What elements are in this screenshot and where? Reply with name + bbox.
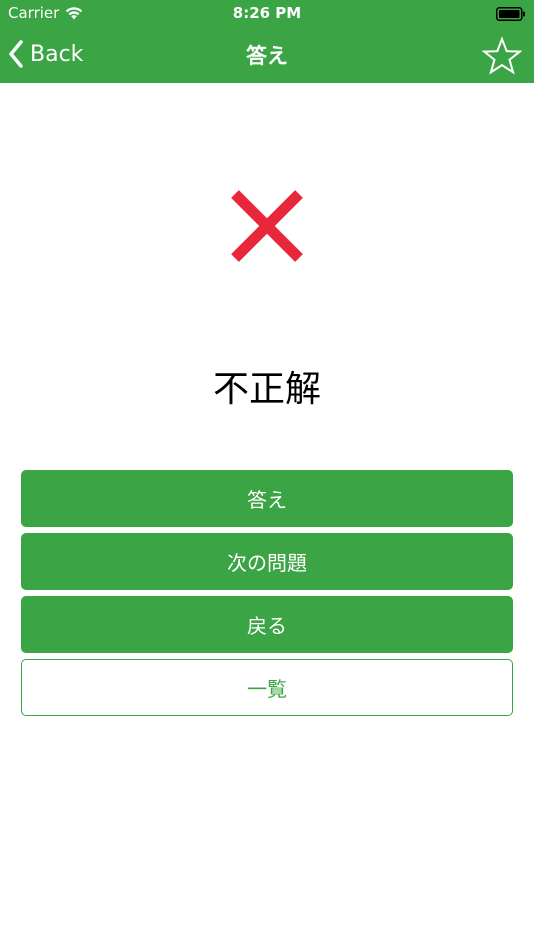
answer-screen: Carrier 8:26 PM Back 答え 不正解 答え 次の問題 戻る 一… bbox=[0, 0, 534, 950]
navigation-bar: Back 答え bbox=[0, 28, 534, 83]
answer-button-label: 答え bbox=[247, 488, 287, 512]
list-button[interactable]: 一覧 bbox=[21, 659, 513, 716]
answer-button[interactable]: 答え bbox=[21, 470, 513, 527]
result-text: 不正解 bbox=[212, 369, 321, 410]
return-button-label: 戻る bbox=[247, 614, 287, 638]
next-question-button-label: 次の問題 bbox=[227, 551, 307, 575]
battery-icon bbox=[496, 7, 525, 21]
list-button-label: 一覧 bbox=[247, 677, 287, 701]
top-bar: Carrier 8:26 PM Back 答え bbox=[0, 0, 534, 83]
status-time: 8:26 PM bbox=[232, 4, 302, 22]
status-bar: Carrier 8:26 PM bbox=[0, 0, 534, 28]
next-question-button[interactable]: 次の問題 bbox=[21, 533, 513, 590]
nav-title: 答え bbox=[246, 44, 288, 68]
star-outline-icon[interactable] bbox=[482, 36, 522, 76]
cross-icon bbox=[231, 190, 303, 262]
return-button[interactable]: 戻る bbox=[21, 596, 513, 653]
